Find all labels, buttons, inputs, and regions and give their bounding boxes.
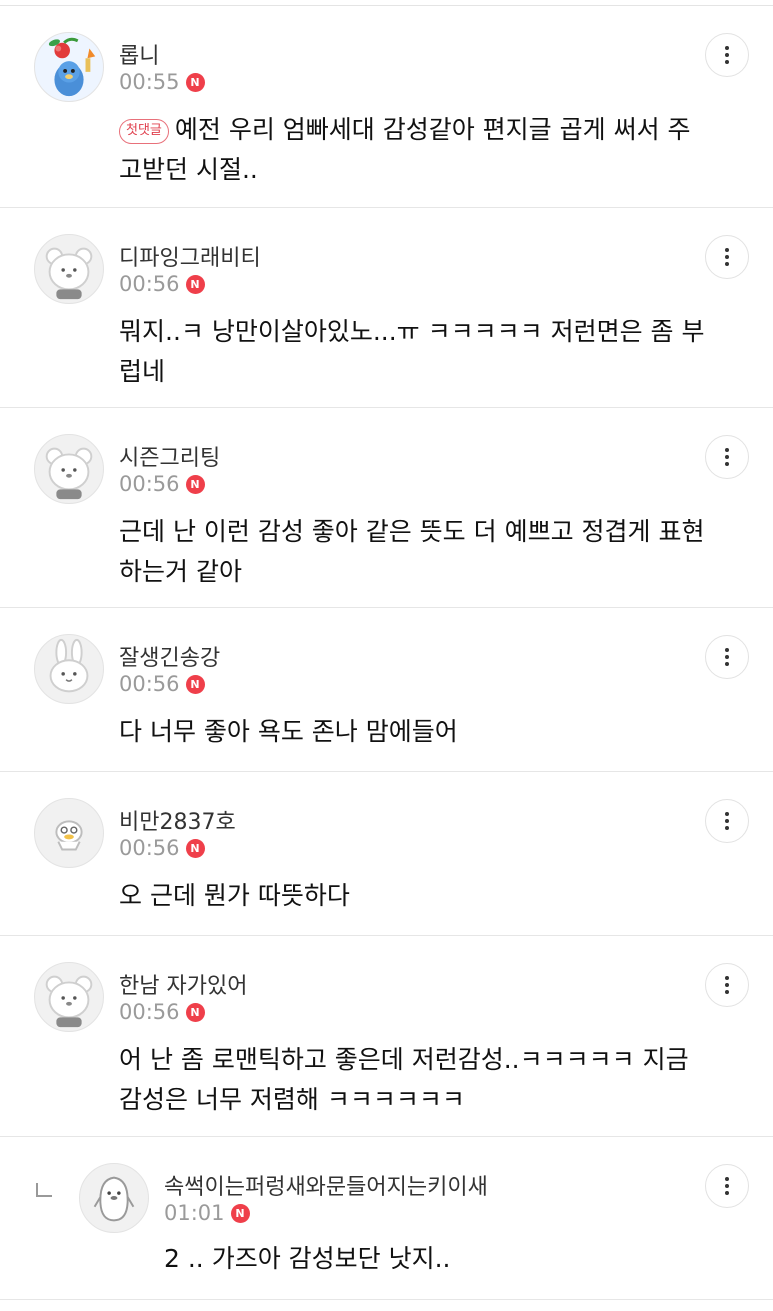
comment-time: 01:01	[164, 1201, 225, 1225]
comment-body: 예전 우리 엄빠세대 감성같아 편지글 곱게 써서 주고받던 시절..	[119, 115, 691, 184]
more-options-button[interactable]	[705, 435, 749, 479]
more-options-button[interactable]	[705, 33, 749, 77]
comment-item: 비만2837호 00:56 N 오 근데 뭔가 따뜻하다	[0, 772, 773, 936]
default-bear-avatar-icon[interactable]	[34, 962, 104, 1032]
more-options-button[interactable]	[705, 635, 749, 679]
comment-author[interactable]: 한남 자가있어	[119, 968, 247, 1000]
comment-author[interactable]: 롭니	[119, 38, 159, 70]
comment-time: 00:56	[119, 672, 180, 696]
duck-avatar-icon[interactable]	[34, 798, 104, 868]
reply-item: 속썩이는퍼렁새와문들어지는키이새 01:01 N 2 .. 가즈아 감성보단 낫…	[0, 1137, 773, 1300]
comment-body: 2 .. 가즈아 감성보단 낫지..	[164, 1244, 451, 1273]
new-badge: N	[185, 674, 205, 694]
comment-author[interactable]: 디파잉그래비티	[119, 240, 261, 272]
comment-time: 00:55	[119, 70, 180, 94]
comment-author[interactable]: 속썩이는퍼렁새와문들어지는키이새	[164, 1169, 488, 1201]
comment-body: 뭐지..ㅋ 낭만이살아있노...ㅠ ㅋㅋㅋㅋㅋ 저런면은 좀 부럽네	[119, 317, 705, 386]
more-options-button[interactable]	[705, 1164, 749, 1208]
rabbit-avatar-icon[interactable]	[34, 634, 104, 704]
new-badge: N	[185, 72, 205, 92]
comment-item: 시즌그리팅 00:56 N 근데 난 이런 감성 좋아 같은 뜻도 더 예쁘고 …	[0, 408, 773, 608]
more-options-button[interactable]	[705, 235, 749, 279]
comment-meta: 00:56 N	[119, 836, 205, 860]
comment-meta: 00:56 N	[119, 472, 205, 496]
comment-meta: 01:01 N	[164, 1201, 250, 1225]
comment-body: 다 너무 좋아 욕도 존나 맘에들어	[119, 717, 458, 746]
new-badge: N	[185, 474, 205, 494]
comment-body: 오 근데 뭔가 따뜻하다	[119, 881, 350, 910]
comment-author[interactable]: 시즌그리팅	[119, 440, 220, 472]
reply-indicator-icon	[36, 1183, 52, 1197]
comment-time: 00:56	[119, 472, 180, 496]
default-bear-avatar-icon[interactable]	[34, 434, 104, 504]
new-badge: N	[185, 838, 205, 858]
comment-item: 디파잉그래비티 00:56 N 뭐지..ㅋ 낭만이살아있노...ㅠ ㅋㅋㅋㅋㅋ …	[0, 208, 773, 408]
comment-time: 00:56	[119, 272, 180, 296]
new-badge: N	[185, 1002, 205, 1022]
comment-meta: 00:56 N	[119, 672, 205, 696]
cherry-character-avatar-icon[interactable]	[34, 32, 104, 102]
comment-item: 한남 자가있어 00:56 N 어 난 좀 로맨틱하고 좋은데 저런감성..ㅋㅋ…	[0, 936, 773, 1137]
comment-text: 첫댓글 예전 우리 엄빠세대 감성같아 편지글 곱게 써서 주고받던 시절..	[119, 110, 709, 190]
comment-divider	[0, 1299, 773, 1300]
default-bear-avatar-icon[interactable]	[34, 234, 104, 304]
new-badge: N	[185, 274, 205, 294]
comment-item: 롭니 00:55 N 첫댓글 예전 우리 엄빠세대 감성같아 편지글 곱게 써서 …	[0, 6, 773, 208]
comment-body: 어 난 좀 로맨틱하고 좋은데 저런감성..ㅋㅋㅋㅋㅋ 지금 감성은 너무 저렴…	[119, 1045, 689, 1114]
more-options-button[interactable]	[705, 963, 749, 1007]
comment-meta: 00:56 N	[119, 1000, 205, 1024]
comment-item: 잘생긴송강 00:56 N 다 너무 좋아 욕도 존나 맘에들어	[0, 608, 773, 772]
comment-time: 00:56	[119, 836, 180, 860]
comment-meta: 00:55 N	[119, 70, 205, 94]
more-options-button[interactable]	[705, 799, 749, 843]
penguin-avatar-icon[interactable]	[79, 1163, 149, 1233]
first-comment-badge: 첫댓글	[119, 119, 169, 144]
comment-meta: 00:56 N	[119, 272, 205, 296]
comment-body: 근데 난 이런 감성 좋아 같은 뜻도 더 예쁘고 정겹게 표현하는거 같아	[119, 517, 705, 586]
comment-author[interactable]: 비만2837호	[119, 804, 236, 836]
comment-author[interactable]: 잘생긴송강	[119, 640, 220, 672]
new-badge: N	[230, 1203, 250, 1223]
comment-time: 00:56	[119, 1000, 180, 1024]
